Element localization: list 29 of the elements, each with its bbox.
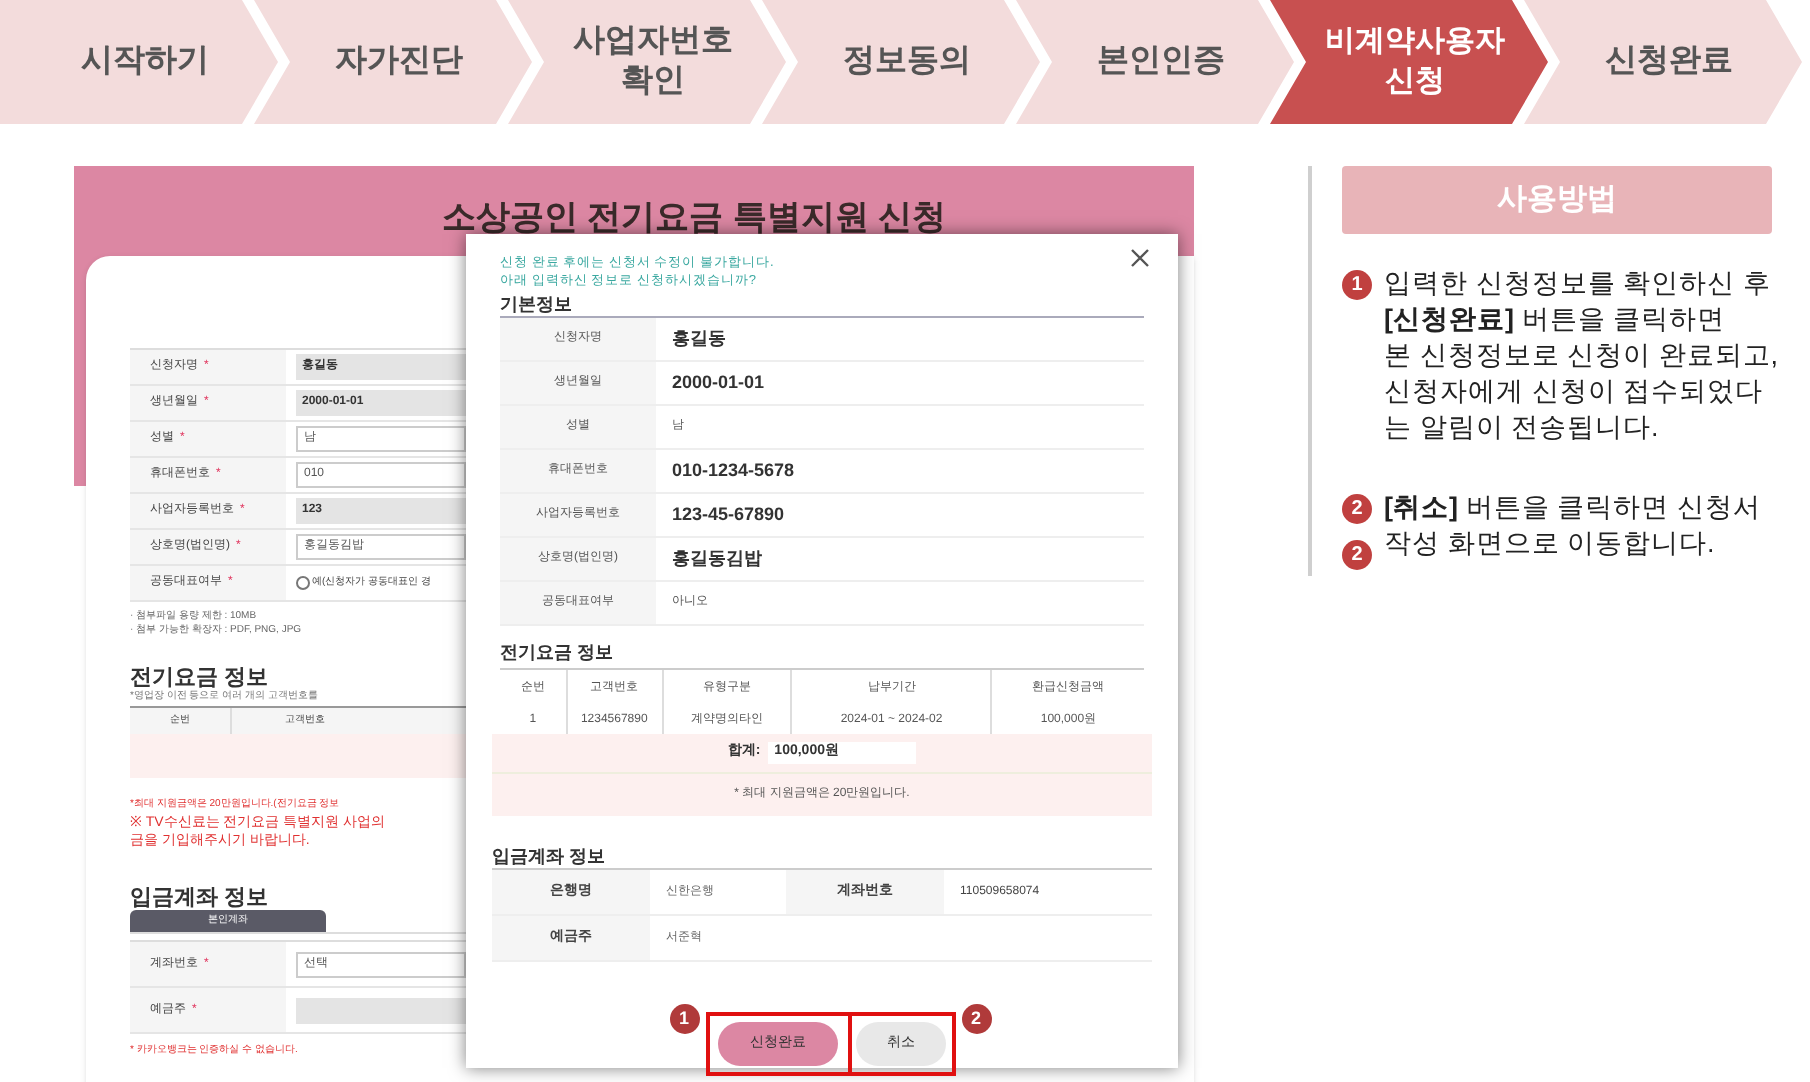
step-number-badge: 2 [1342,540,1372,570]
step-number-badge: 2 [961,1004,991,1034]
field-value: 123-45-67890 [670,501,785,528]
section-heading: 전기요금 정보 [130,666,271,690]
step-tab[interactable]: 시작하기 [0,0,278,124]
instruction-text: 입력한 신청정보를 확인하신 후 [신청완료] 버튼을 클릭하면 본 신청정보로 신청이 완료되고, 신청자에게 신청이 접수되었다 는 알림이 전송됩니다. [1384,266,1781,446]
guide-title: 사용방법 [1342,166,1772,234]
step-number-badge: 2 [1342,494,1372,524]
input-field[interactable] [296,997,466,1023]
field-value: 홍길동김밥 [670,545,762,572]
section-heading: 입금계좌 정보 [492,846,608,868]
section-heading: 전기요금 정보 [500,642,616,664]
step-tab[interactable]: 신청완료 [1524,0,1802,124]
radio-button[interactable] [296,576,310,590]
step-tab[interactable]: 본인인증 [1016,0,1294,124]
step-tab[interactable]: 정보동의 [762,0,1040,124]
instruction-text: [취소] 버튼을 클릭하면 신청서 작성 화면으로 이동합니다. [1384,490,1763,562]
step-tab[interactable]: 자가진단 [254,0,532,124]
section-heading: 기본정보 [500,294,574,316]
close-icon[interactable] [1130,248,1150,268]
step-tab[interactable]: 비계약사용자 신청 [1270,0,1548,124]
field-value: 2000-01-01 [670,369,765,396]
section-heading: 입금계좌 정보 [130,886,271,910]
field-value: 010-1234-5678 [670,457,795,484]
page-title: 소상공인 전기요금 특별지원 신청 [441,196,947,236]
step-tab[interactable]: 사업자번호 확인 [508,0,786,124]
step-number-badge: 1 [669,1004,699,1034]
step-number-badge: 1 [1342,270,1372,300]
field-value: 홍길동 [670,325,726,352]
